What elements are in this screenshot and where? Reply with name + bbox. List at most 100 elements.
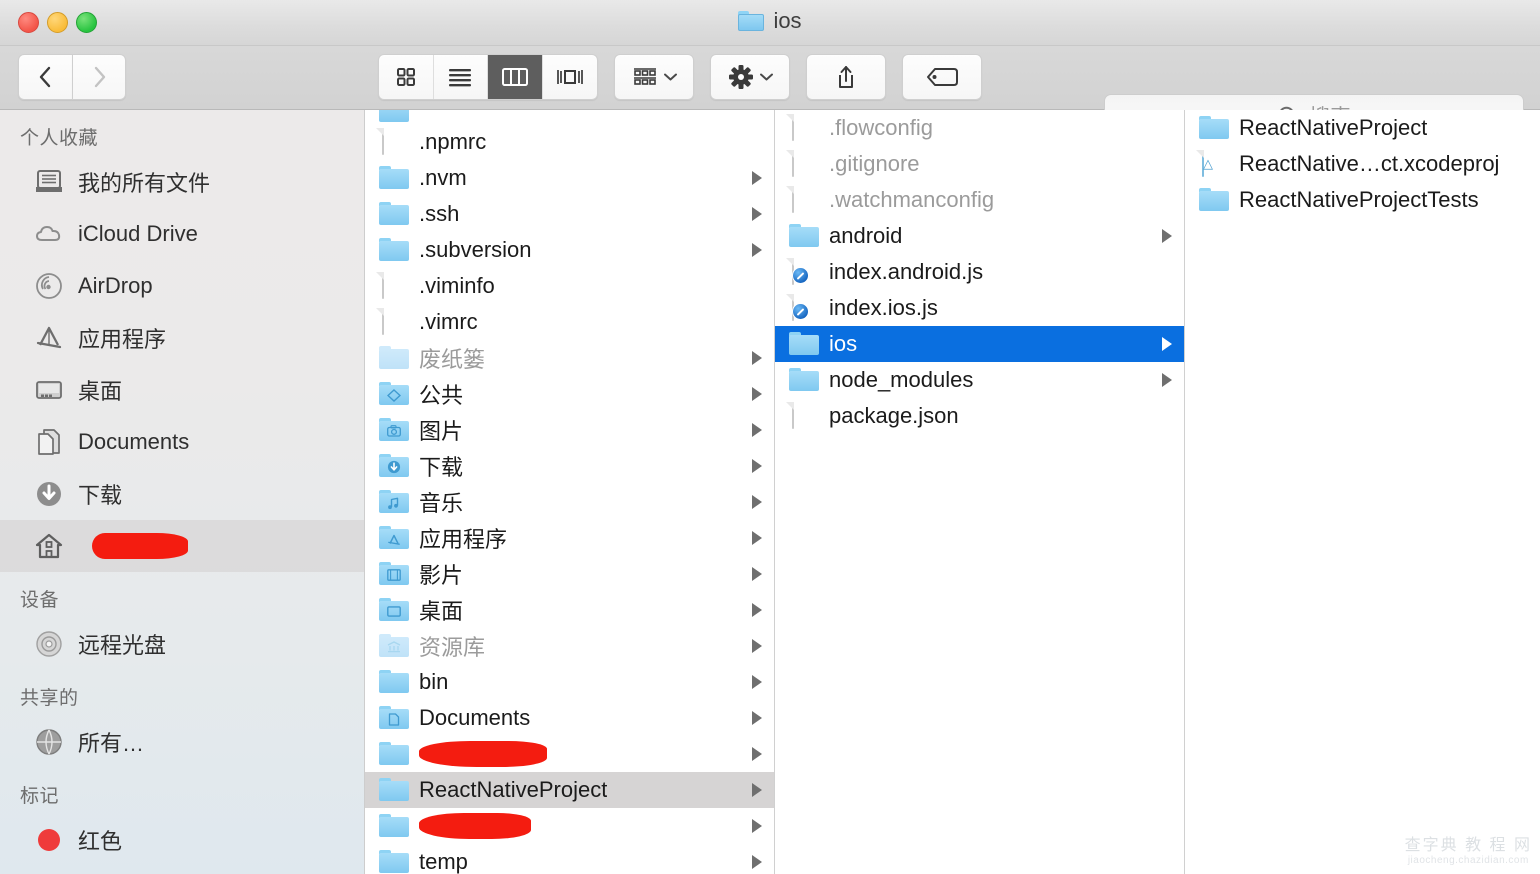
arrange-button[interactable] bbox=[614, 54, 694, 100]
disclosure-arrow-icon[interactable] bbox=[1162, 373, 1172, 387]
sidebar-item-home[interactable]: 应用程序 bbox=[0, 312, 364, 364]
disclosure-arrow-icon[interactable] bbox=[752, 747, 762, 761]
downloads-icon bbox=[34, 479, 64, 509]
file-row[interactable]: Documents bbox=[365, 700, 774, 736]
file-row[interactable]: ReactNativeProject bbox=[1185, 110, 1539, 146]
file-row[interactable]: node_modules bbox=[775, 362, 1184, 398]
forward-button[interactable] bbox=[72, 54, 126, 100]
file-row[interactable]: 废纸篓 bbox=[365, 340, 774, 376]
disclosure-arrow-icon[interactable] bbox=[752, 171, 762, 185]
disclosure-arrow-icon[interactable] bbox=[752, 531, 762, 545]
disclosure-arrow-icon[interactable] bbox=[752, 351, 762, 365]
disclosure-arrow-icon[interactable] bbox=[752, 387, 762, 401]
disclosure-arrow-icon[interactable] bbox=[752, 495, 762, 509]
disclosure-arrow-icon[interactable] bbox=[752, 639, 762, 653]
disclosure-arrow-icon[interactable] bbox=[752, 603, 762, 617]
disclosure-arrow-icon[interactable] bbox=[752, 819, 762, 833]
file-icon bbox=[379, 453, 409, 479]
file-row[interactable]: temp bbox=[365, 844, 774, 874]
disclosure-arrow-icon[interactable] bbox=[752, 459, 762, 473]
back-button[interactable] bbox=[18, 54, 72, 100]
file-row[interactable]: .viminfo bbox=[365, 268, 774, 304]
file-name: 音乐 bbox=[419, 491, 464, 516]
file-name: index.ios.js bbox=[829, 295, 938, 320]
disclosure-arrow-icon[interactable] bbox=[752, 423, 762, 437]
sidebar-item-airdrop[interactable]: AirDrop bbox=[0, 260, 364, 312]
sidebar-item-home[interactable]: 远程光盘 bbox=[0, 618, 364, 670]
file-icon bbox=[789, 331, 819, 357]
action-menu-button[interactable] bbox=[710, 54, 790, 100]
file-column-3[interactable]: ReactNativeProject △ ReactNative…ct.xcodep… bbox=[1185, 110, 1539, 874]
list-view-button[interactable] bbox=[434, 55, 488, 99]
share-button[interactable] bbox=[806, 54, 886, 100]
file-row[interactable]: .ssh bbox=[365, 196, 774, 232]
file-row[interactable]: index.ios.js bbox=[775, 290, 1184, 326]
file-row[interactable]: package.json bbox=[775, 398, 1184, 434]
file-row[interactable]: 公共 bbox=[365, 376, 774, 412]
xcodeproj-icon: △ bbox=[1202, 150, 1213, 177]
disclosure-arrow-icon[interactable] bbox=[752, 855, 762, 869]
file-icon bbox=[379, 201, 409, 227]
file-row[interactable]: 桌面 bbox=[365, 592, 774, 628]
disclosure-arrow-icon[interactable] bbox=[752, 711, 762, 725]
file-row[interactable] bbox=[365, 110, 774, 124]
all-my-files-icon bbox=[34, 167, 64, 197]
disclosure-arrow-icon[interactable] bbox=[752, 567, 762, 581]
file-row[interactable]: .watchmanconfig bbox=[775, 182, 1184, 218]
file-row[interactable]: .subversion bbox=[365, 232, 774, 268]
sidebar-item-home[interactable]: 我的所有文件 bbox=[0, 156, 364, 208]
disclosure-arrow-icon[interactable] bbox=[1162, 337, 1172, 351]
file-row[interactable]: 资源库 bbox=[365, 628, 774, 664]
file-row[interactable]: ReactNativeProject bbox=[365, 772, 774, 808]
file-row[interactable]: 下载 bbox=[365, 448, 774, 484]
file-column-1[interactable]: .npmrc .nvm .ssh .subversion .viminfo .vimrc 废… bbox=[365, 110, 775, 874]
file-column-2[interactable]: .flowconfig .gitignore .watchmanconfig andr… bbox=[775, 110, 1185, 874]
file-row[interactable]: index.android.js bbox=[775, 254, 1184, 290]
icon-view-button[interactable] bbox=[379, 55, 434, 99]
file-row[interactable]: android bbox=[775, 218, 1184, 254]
disclosure-arrow-icon[interactable] bbox=[752, 783, 762, 797]
file-row[interactable]: .npmrc bbox=[365, 124, 774, 160]
file-row[interactable]: bin bbox=[365, 664, 774, 700]
file-row[interactable]: △ ReactNative…ct.xcodeproj bbox=[1185, 146, 1539, 182]
file-row[interactable] bbox=[365, 736, 774, 772]
document-icon bbox=[792, 114, 794, 141]
file-icon bbox=[379, 165, 409, 191]
disclosure-arrow-icon[interactable] bbox=[1162, 229, 1172, 243]
file-name: ReactNative…ct.xcodeproj bbox=[1239, 151, 1500, 176]
file-row[interactable] bbox=[365, 808, 774, 844]
sidebar-item-home[interactable] bbox=[0, 520, 364, 572]
sidebar[interactable]: 个人收藏 我的所有文件 iCloud Drive AirDrop 应用程序 桌面 Docum… bbox=[0, 110, 365, 874]
sidebar-item-icloud-drive[interactable]: iCloud Drive bbox=[0, 208, 364, 260]
sidebar-item-home[interactable]: 桌面 bbox=[0, 364, 364, 416]
column-view-button[interactable] bbox=[488, 55, 543, 99]
document-icon bbox=[382, 308, 384, 335]
file-row[interactable]: .vimrc bbox=[365, 304, 774, 340]
disclosure-arrow-icon[interactable] bbox=[752, 675, 762, 689]
file-row[interactable]: 音乐 bbox=[365, 484, 774, 520]
file-row[interactable]: ios bbox=[775, 326, 1184, 362]
sidebar-item-home[interactable]: 红色 bbox=[0, 814, 364, 866]
title-bar: ios bbox=[0, 0, 1540, 46]
disclosure-arrow-icon[interactable] bbox=[752, 207, 762, 221]
gallery-view-button[interactable] bbox=[543, 55, 598, 99]
file-row[interactable]: 影片 bbox=[365, 556, 774, 592]
disclosure-arrow-icon[interactable] bbox=[752, 243, 762, 257]
view-mode-group bbox=[378, 54, 598, 100]
folder-badge-icon bbox=[386, 604, 401, 618]
file-row[interactable]: ReactNativeProjectTests bbox=[1185, 182, 1539, 218]
sidebar-item-documents[interactable]: Documents bbox=[0, 416, 364, 468]
file-icon bbox=[1199, 187, 1229, 213]
file-row[interactable]: .gitignore bbox=[775, 146, 1184, 182]
sidebar-item-home[interactable]: 所有… bbox=[0, 716, 364, 768]
file-row[interactable]: .nvm bbox=[365, 160, 774, 196]
sidebar-item-home[interactable]: 下载 bbox=[0, 468, 364, 520]
window-title: ios bbox=[0, 8, 1540, 34]
file-row[interactable]: 应用程序 bbox=[365, 520, 774, 556]
tags-button[interactable] bbox=[902, 54, 982, 100]
file-row[interactable]: .flowconfig bbox=[775, 110, 1184, 146]
folder-badge-icon bbox=[386, 640, 401, 654]
file-icon bbox=[379, 633, 409, 659]
file-row[interactable]: 图片 bbox=[365, 412, 774, 448]
file-name: Documents bbox=[419, 705, 531, 730]
